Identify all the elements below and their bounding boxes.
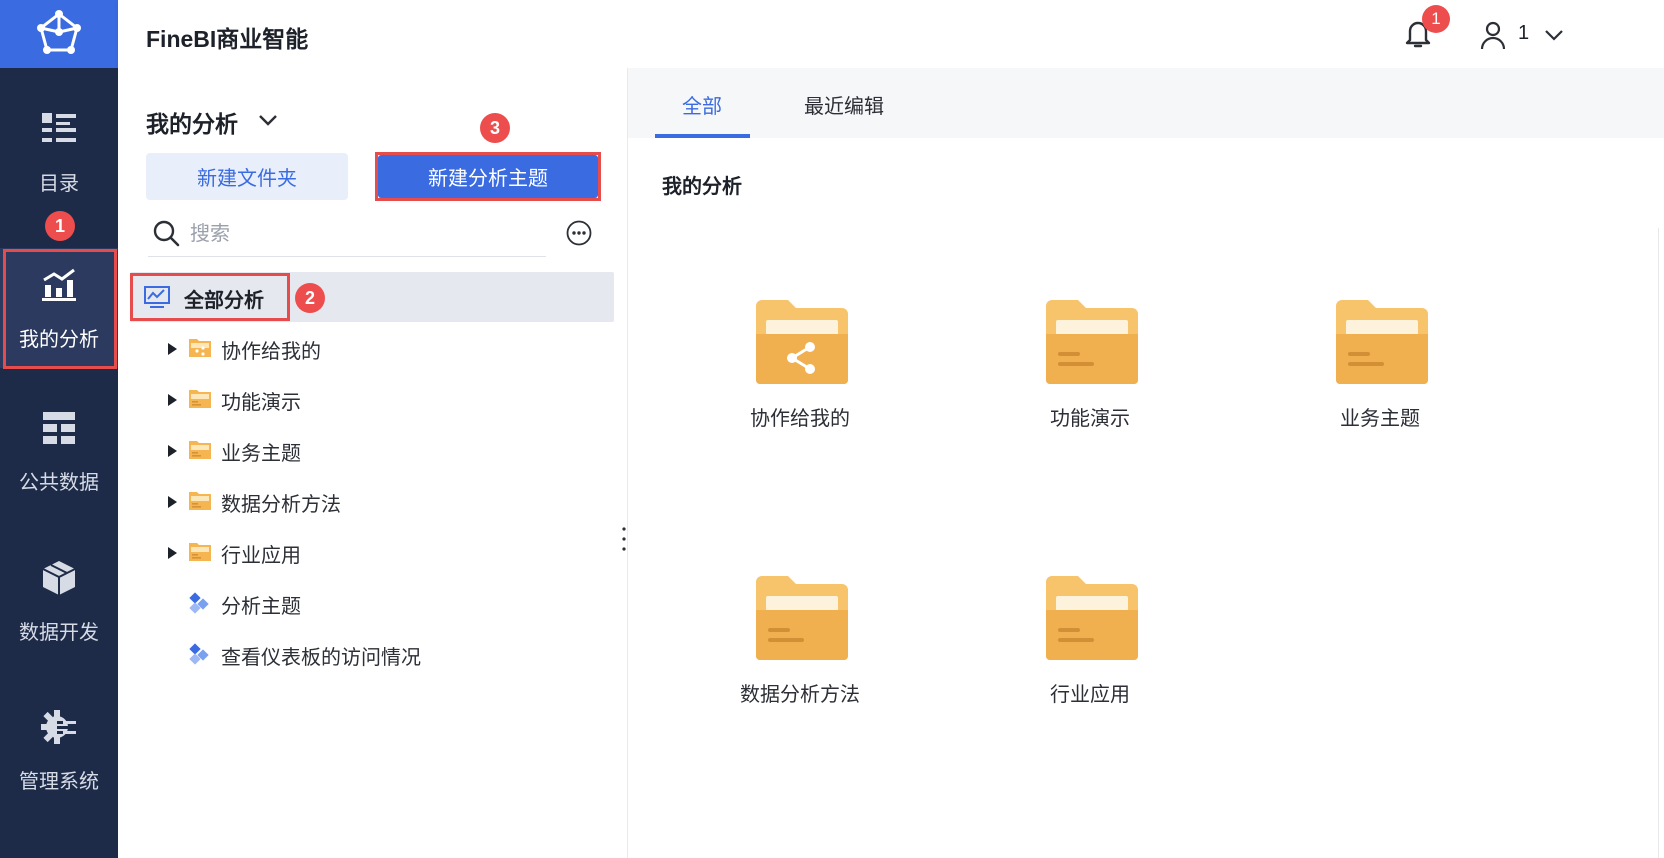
folder-card-industry-apps[interactable]: 行业应用 (1000, 574, 1180, 744)
nav-label-catalog: 目录 (39, 170, 79, 195)
top-header: FineBI商业智能 1 1 (118, 0, 1664, 68)
tab-all[interactable]: 全部 (682, 90, 722, 119)
chevron-down-icon[interactable] (1543, 24, 1565, 46)
tree-item-label: 查看仪表板的访问情况 (221, 645, 421, 669)
search-input[interactable] (190, 217, 530, 249)
chevron-down-icon[interactable] (256, 108, 280, 132)
new-folder-button[interactable]: 新建文件夹 (146, 153, 348, 200)
tree-item-dashboard-visits[interactable]: 查看仪表板的访问情况 (130, 632, 614, 678)
nav-item-catalog[interactable]: 目录 (0, 92, 118, 212)
folder-card-shared[interactable]: 协作给我的 (710, 298, 890, 468)
folder-label: 业务主题 (1340, 406, 1420, 430)
nav-item-management[interactable]: 管理系统 (0, 690, 118, 810)
new-analysis-subject-button[interactable]: 新建分析主题 (378, 155, 598, 198)
nav-item-my-analysis[interactable]: 我的分析 (0, 248, 118, 369)
monitor-chart-icon (144, 286, 170, 308)
gear-icon (41, 709, 76, 744)
nav-label-public-data: 公共数据 (19, 469, 99, 494)
tree-root-label: 全部分析 (184, 288, 264, 312)
tab-recent-edit[interactable]: 最近编辑 (804, 90, 884, 119)
tree-item-label: 行业应用 (221, 543, 301, 567)
nav-label-data-dev: 数据开发 (19, 619, 99, 644)
scroll-track[interactable] (1658, 228, 1664, 858)
caret-right-icon[interactable] (166, 444, 178, 458)
folder-icon (1046, 300, 1138, 384)
caret-right-icon[interactable] (166, 393, 178, 407)
folder-icon (756, 576, 848, 660)
step-marker-2: 2 (295, 283, 325, 313)
folder-icon (189, 543, 211, 561)
app-title: FineBI商业智能 (146, 26, 309, 52)
notification-badge: 1 (1422, 5, 1450, 33)
tab-bar: 全部 最近编辑 (628, 68, 1664, 138)
tree-item-analysis-methods[interactable]: 数据分析方法 (130, 479, 614, 525)
shared-folder-icon (189, 339, 211, 357)
folder-card-feature-demo[interactable]: 功能演示 (1000, 298, 1180, 468)
tree-root-all-analysis[interactable]: 全部分析 (130, 272, 614, 322)
search-icon (153, 220, 180, 247)
folder-icon (189, 441, 211, 459)
folder-icon (189, 492, 211, 510)
step-marker-3: 3 (480, 113, 510, 143)
folder-label: 功能演示 (1050, 406, 1130, 430)
content-area: 全部 最近编辑 我的分析 协作给我的 功能演示 业务主题 数据分析方法 行业应用 (628, 68, 1664, 858)
user-name[interactable]: 1 (1518, 22, 1529, 45)
search-box (148, 215, 546, 257)
folder-icon (1336, 300, 1428, 384)
folder-card-business-theme[interactable]: 业务主题 (1290, 298, 1470, 468)
panel-title[interactable]: 我的分析 (146, 105, 238, 139)
folder-grid-card: 我的分析 协作给我的 功能演示 业务主题 数据分析方法 行业应用 (628, 138, 1664, 858)
public-data-icon (43, 411, 75, 444)
tree-item-label: 功能演示 (221, 390, 301, 414)
caret-right-icon[interactable] (166, 546, 178, 560)
tree-item-label: 分析主题 (221, 594, 301, 618)
shared-folder-icon (756, 300, 848, 384)
folder-label: 数据分析方法 (740, 682, 860, 706)
catalog-icon (42, 112, 76, 142)
caret-right-icon[interactable] (166, 495, 178, 509)
app-logo[interactable] (0, 0, 118, 68)
tree-item-label: 数据分析方法 (221, 492, 341, 516)
folder-card-analysis-methods[interactable]: 数据分析方法 (710, 574, 890, 744)
analysis-subject-icon (189, 592, 209, 614)
nav-item-data-dev[interactable]: 数据开发 (0, 541, 118, 661)
tree-item-label: 业务主题 (221, 441, 301, 465)
highlight-box (3, 249, 117, 369)
caret-right-icon[interactable] (166, 342, 178, 356)
tree-item-analysis-subject[interactable]: 分析主题 (130, 581, 614, 627)
nav-label-management: 管理系统 (19, 768, 99, 793)
analysis-panel: 我的分析 3 新建文件夹 新建分析主题 全部分析 2 协作给 (118, 68, 628, 858)
step-marker-1: 1 (45, 211, 75, 241)
folder-label: 行业应用 (1050, 682, 1130, 706)
analysis-subject-icon (189, 643, 209, 665)
tree-item-feature-demo[interactable]: 功能演示 (130, 377, 614, 423)
tree-item-label: 协作给我的 (221, 339, 321, 363)
logo-icon (37, 10, 81, 54)
user-icon[interactable] (1478, 20, 1508, 50)
tree-item-shared[interactable]: 协作给我的 (130, 326, 614, 372)
nav-item-public-data[interactable]: 公共数据 (0, 391, 118, 511)
tree-item-business-theme[interactable]: 业务主题 (130, 428, 614, 474)
folder-icon (189, 390, 211, 408)
left-nav: 目录 1 我的分析 公共数据 数据开发 管理系统 (0, 0, 118, 858)
folder-icon (1046, 576, 1138, 660)
more-options-icon[interactable] (566, 220, 592, 246)
section-title: 我的分析 (662, 174, 742, 198)
folder-label: 协作给我的 (750, 406, 850, 430)
data-dev-icon (42, 560, 76, 595)
tree-item-industry-apps[interactable]: 行业应用 (130, 530, 614, 576)
